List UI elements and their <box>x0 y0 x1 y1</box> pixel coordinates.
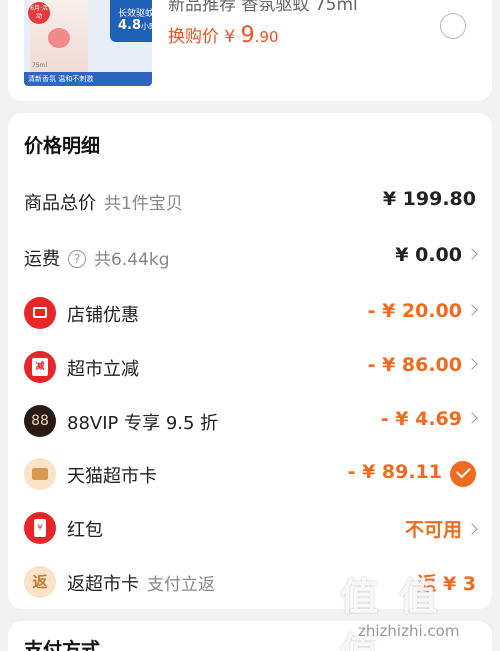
row-label: 运费 <box>24 249 60 270</box>
row-label: 店铺优惠 <box>67 305 139 326</box>
product-tagline: 清新香氛 温和不刺激 <box>24 72 152 86</box>
watermark-site: zhizhizhi.com <box>358 622 460 640</box>
select-radio[interactable] <box>440 13 466 39</box>
vip-88-icon: 88 <box>24 405 56 437</box>
help-icon[interactable]: ? <box>68 250 86 268</box>
row-label: 红包 <box>67 520 103 541</box>
chevron-right-icon <box>466 247 478 260</box>
row-label: 返超市卡 <box>67 574 139 595</box>
row-sub: 共1件宝贝 <box>104 194 183 214</box>
product-title: 新品推荐 香氛驱蚊 75ml <box>168 0 358 15</box>
chevron-right-icon <box>466 522 478 535</box>
product-thumbnail[interactable]: 6月·活动 长效驱蚊 4.8小时+ 75ml 清新香氛 温和不刺激 <box>24 0 152 86</box>
row-shipping[interactable]: 运费? 共6.44kg ¥ 0.00 <box>8 237 492 277</box>
chevron-right-icon <box>466 303 478 316</box>
row-store-discount[interactable]: 店铺优惠 - ¥ 20.00 <box>8 293 492 333</box>
row-amount: - ¥ 86.00 <box>367 354 462 376</box>
duration-tag: 长效驱蚊 4.8小时+ <box>110 0 152 42</box>
chevron-right-icon <box>466 357 478 370</box>
row-total-price: 商品总价 共1件宝贝 ¥ 199.80 <box>8 181 492 221</box>
card-icon <box>24 458 56 490</box>
row-amount: - ¥ 20.00 <box>367 300 462 322</box>
row-88vip[interactable]: 88 88VIP 专享 9.5 折 - ¥ 4.69 <box>8 401 492 441</box>
volume-label: 75ml <box>32 62 48 69</box>
red-packet-icon: ¥ <box>24 512 56 544</box>
row-amount: ¥ 199.80 <box>382 188 476 210</box>
row-amount: - ¥ 89.11 <box>347 461 442 483</box>
cashback-icon: 返 <box>24 566 56 598</box>
row-red-packet[interactable]: ¥ 红包 不可用 <box>8 508 492 548</box>
section-title: 价格明细 <box>24 135 101 157</box>
row-amount: 不可用 <box>404 519 462 541</box>
price-detail-card: 价格明细 商品总价 共1件宝贝 ¥ 199.80 运费? 共6.44kg ¥ 0.0… <box>8 113 492 609</box>
swap-product-card: 6月·活动 长效驱蚊 4.8小时+ 75ml 清新香氛 温和不刺激 新品推荐 香… <box>8 0 492 101</box>
row-tmall-card[interactable]: 天猫超市卡 - ¥ 89.11 <box>8 454 492 494</box>
row-sub: 共6.44kg <box>94 250 170 270</box>
row-label: 天猫超市卡 <box>67 466 157 487</box>
row-supermarket-discount[interactable]: 减 超市立减 - ¥ 86.00 <box>8 347 492 387</box>
row-label: 超市立减 <box>67 359 139 380</box>
promo-badge: 6月·活动 <box>28 2 50 24</box>
row-amount: - ¥ 4.69 <box>380 408 462 430</box>
payment-title: 支付方式 <box>24 639 101 651</box>
row-sub: 支付立返 <box>147 575 215 595</box>
discount-icon: 减 <box>24 351 56 383</box>
chevron-right-icon <box>466 411 478 424</box>
row-amount: ¥ 0.00 <box>395 244 462 266</box>
swap-price: 换购价 ¥ 9.90 <box>168 23 279 48</box>
coupon-icon <box>24 297 56 329</box>
checked-icon[interactable] <box>450 461 476 487</box>
row-label: 88VIP 专享 9.5 折 <box>67 413 219 434</box>
row-label: 商品总价 <box>24 193 96 214</box>
